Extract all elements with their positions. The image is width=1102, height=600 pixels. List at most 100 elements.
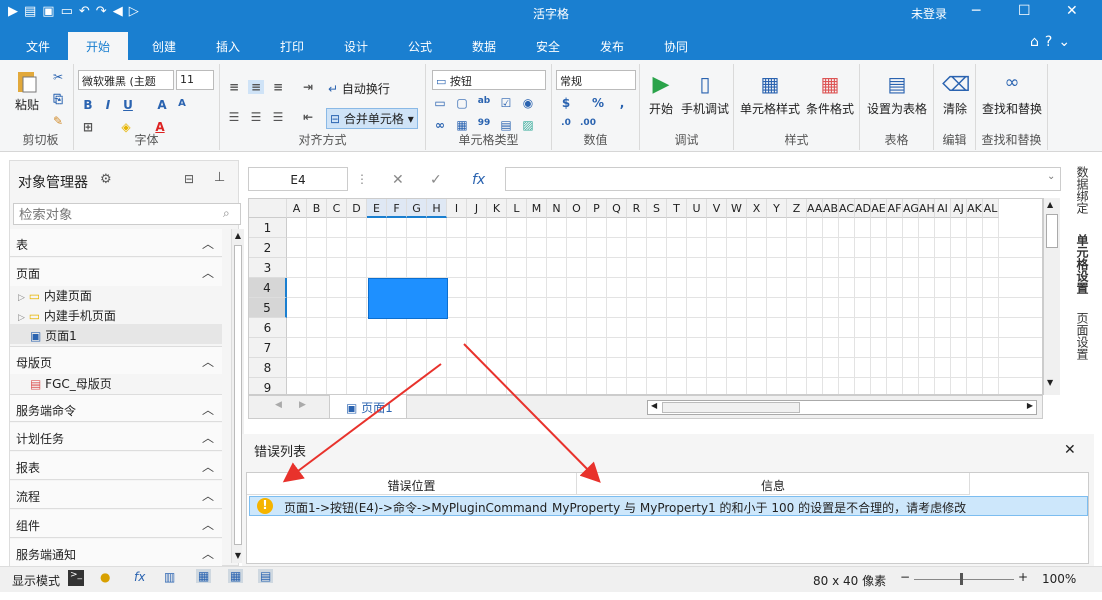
align-middle-icon[interactable]: ≡ [248,80,264,94]
comma-icon[interactable]: , [614,96,630,110]
column-header-B[interactable]: B [307,199,327,218]
tab-design[interactable]: 设计 [344,38,368,55]
tab-security[interactable]: 安全 [536,38,560,55]
sheet-tab-page1[interactable]: ▣ 页面1 [329,395,407,419]
row-header-5[interactable]: 5 [249,298,287,318]
column-header-N[interactable]: N [547,199,567,218]
row-header-1[interactable]: 1 [249,218,287,238]
terminal-icon[interactable]: >_ [68,570,84,586]
column-header-D[interactable]: D [347,199,367,218]
tab-data-binding[interactable]: 数据绑定 [1074,166,1091,214]
cancel-icon[interactable]: ✕ [392,172,404,188]
close-icon[interactable]: ✕ [1066,3,1078,19]
column-header-C[interactable]: C [327,199,347,218]
find-replace-button[interactable]: ∞ 查找和替换 [978,72,1046,117]
tab-publish[interactable]: 发布 [600,38,624,55]
column-header-AG[interactable]: AG [903,199,919,218]
column-header-H[interactable]: H [427,199,447,218]
tree-item-master-page[interactable]: ▤ FGC_母版页 [30,375,112,392]
row-header-6[interactable]: 6 [249,318,287,338]
table-row[interactable]: ! 页面1->按钮(E4)->命令->MyPluginCommand MyPro… [249,496,1088,516]
font-name-select[interactable]: 微软雅黑 (主题 [78,70,174,90]
column-header-O[interactable]: O [567,199,587,218]
scroll-up-icon[interactable]: ▲ [233,231,243,243]
scroll-up-icon[interactable]: ▲ [1047,200,1053,209]
column-header-AI[interactable]: AI [935,199,951,218]
tab-next-icon[interactable]: ▶ [299,400,306,410]
row-header-2[interactable]: 2 [249,238,287,258]
tab-cell-settings[interactable]: 单元格设置 [1074,234,1091,294]
format-painter-icon[interactable]: ✎ [50,114,66,128]
celltype-mode-icon[interactable]: ▦ [196,569,212,583]
column-header-R[interactable]: R [627,199,647,218]
conditional-format-button[interactable]: ▦ 条件格式 [802,72,858,117]
help-icon[interactable]: ? [1045,34,1052,50]
hyperlink-icon[interactable]: ∞ [432,118,448,132]
bold-icon[interactable]: B [80,98,96,112]
column-header-location[interactable]: 错误位置 [247,473,577,495]
tree-item-builtin-pages[interactable]: ▷ ▭ 内建页面 [18,287,92,304]
column-header-AH[interactable]: AH [919,199,935,218]
section-report[interactable]: 报表 ︿ [10,452,222,480]
fx-mode-icon[interactable]: fx [134,570,145,584]
merge-cells-button[interactable]: ⊟ 合并单元格 ▾ [326,108,418,129]
column-header-Y[interactable]: Y [767,199,787,218]
percent-icon[interactable]: % [590,96,606,110]
tab-prev-icon[interactable]: ◀ [275,400,282,410]
wrap-text-button[interactable]: ↵ 自动换行 [328,80,390,97]
section-page[interactable]: 页面 ︿ [10,258,222,286]
login-status[interactable]: 未登录 [911,5,947,22]
formula-input[interactable] [505,167,1061,191]
radio-icon[interactable]: ◉ [520,96,536,110]
align-left-icon[interactable]: ☰ [226,110,242,124]
checkbox-icon[interactable]: ☑ [498,96,514,110]
row-header-7[interactable]: 7 [249,338,287,358]
align-bottom-icon[interactable]: ≡ [270,80,286,94]
grid-horizontal-scrollbar[interactable]: ◀ ▶ [647,400,1037,415]
indent-icon[interactable]: ⇥ [300,80,316,94]
column-header-X[interactable]: X [747,199,767,218]
section-schedule[interactable]: 计划任务 ︿ [10,423,222,451]
section-server-notify[interactable]: 服务端通知 ︿ [10,539,222,567]
grow-font-icon[interactable]: A [154,98,170,112]
column-header-Z[interactable]: Z [787,199,807,218]
zoom-out-icon[interactable]: − [900,570,910,584]
tab-data[interactable]: 数据 [472,38,496,55]
zoom-slider[interactable] [914,579,1014,580]
outdent-icon[interactable]: ⇤ [300,110,316,124]
expand-formula-icon[interactable]: ⌄ [1047,171,1055,182]
column-header-W[interactable]: W [727,199,747,218]
column-header-M[interactable]: M [527,199,547,218]
tab-print[interactable]: 打印 [280,38,304,55]
grid-mode-icon[interactable]: ▦ [228,569,244,583]
number-icon[interactable]: 99 [476,118,492,132]
zoom-in-icon[interactable]: + [1018,570,1028,584]
section-table[interactable]: 表 ︿ [10,229,222,257]
zoom-slider-thumb[interactable] [960,573,963,585]
tab-page-settings[interactable]: 页面设置 [1074,312,1091,360]
section-component[interactable]: 组件 ︿ [10,510,222,538]
more-icon[interactable]: ⋮ [356,172,368,186]
layout-mode-icon[interactable]: ▤ [258,569,274,583]
minimize-icon[interactable]: ─ [972,3,980,19]
section-server-command[interactable]: 服务端命令 ︿ [10,394,222,422]
align-right-icon[interactable]: ☰ [270,110,286,124]
set-as-table-button[interactable]: ▤ 设置为表格 [864,72,930,117]
mobile-debug-button[interactable]: ▯ 手机调试 [678,72,732,117]
selected-cell-button[interactable] [368,278,448,319]
column-header-F[interactable]: F [387,199,407,218]
close-icon[interactable]: ✕ [1064,442,1076,458]
cut-icon[interactable]: ✂ [50,70,66,84]
column-header-AD[interactable]: AD [855,199,871,218]
number-format-select[interactable]: 常规 [556,70,636,90]
tab-formula[interactable]: 公式 [408,38,432,55]
scroll-thumb[interactable] [234,245,242,545]
scroll-right-icon[interactable]: ▶ [1027,401,1033,410]
increase-decimal-icon[interactable]: .0 [558,118,574,132]
search-input[interactable] [13,203,241,225]
underline-icon[interactable]: U [120,98,136,112]
align-center-icon[interactable]: ☰ [248,110,264,124]
start-debug-button[interactable]: ▶ 开始 [644,72,678,117]
column-header-AL[interactable]: AL [983,199,999,218]
column-header-L[interactable]: L [507,199,527,218]
